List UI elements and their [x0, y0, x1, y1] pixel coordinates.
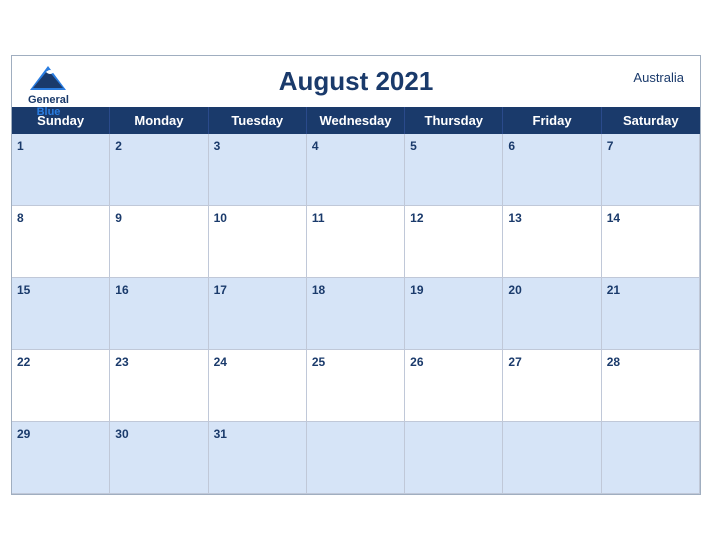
day-cell: 28	[602, 350, 700, 422]
day-cell	[307, 422, 405, 494]
day-cell: 21	[602, 278, 700, 350]
date-number: 20	[508, 283, 521, 297]
day-cell: 19	[405, 278, 503, 350]
day-cell: 18	[307, 278, 405, 350]
day-cell: 1	[12, 134, 110, 206]
date-number: 11	[312, 211, 325, 225]
date-number: 13	[508, 211, 521, 225]
day-cell: 25	[307, 350, 405, 422]
logo-blue: Blue	[37, 106, 61, 118]
day-cell: 31	[209, 422, 307, 494]
date-number: 26	[410, 355, 423, 369]
date-number: 3	[214, 139, 221, 153]
date-number: 28	[607, 355, 620, 369]
date-number: 10	[214, 211, 227, 225]
day-cell: 9	[110, 206, 208, 278]
header-friday: Friday	[503, 107, 601, 134]
date-number: 29	[17, 427, 30, 441]
day-cell: 29	[12, 422, 110, 494]
date-number: 6	[508, 139, 515, 153]
day-cell: 14	[602, 206, 700, 278]
week-row-2: 8 9 10 11 12 13 14	[12, 206, 700, 278]
day-cell	[405, 422, 503, 494]
week-row-4: 22 23 24 25 26 27 28	[12, 350, 700, 422]
header-wednesday: Wednesday	[307, 107, 405, 134]
date-number: 9	[115, 211, 122, 225]
day-cell: 23	[110, 350, 208, 422]
date-number: 27	[508, 355, 521, 369]
day-cell: 16	[110, 278, 208, 350]
day-cell: 27	[503, 350, 601, 422]
day-cell: 4	[307, 134, 405, 206]
header-saturday: Saturday	[602, 107, 700, 134]
logo-general: General	[28, 94, 69, 106]
date-number: 19	[410, 283, 423, 297]
date-number: 4	[312, 139, 319, 153]
date-number: 14	[607, 211, 620, 225]
day-cell: 30	[110, 422, 208, 494]
header-tuesday: Tuesday	[209, 107, 307, 134]
day-cell: 17	[209, 278, 307, 350]
day-headers: Sunday Monday Tuesday Wednesday Thursday…	[12, 107, 700, 134]
calendar-grid: 1234567891011121314151617181920212223242…	[12, 134, 700, 494]
date-number: 7	[607, 139, 614, 153]
date-number: 16	[115, 283, 128, 297]
date-number: 1	[17, 139, 24, 153]
logo: General Blue	[28, 64, 69, 118]
day-cell: 22	[12, 350, 110, 422]
calendar-title: August 2021	[32, 66, 680, 97]
calendar-container: General Blue August 2021 Australia Sunda…	[11, 55, 701, 495]
date-number: 2	[115, 139, 122, 153]
header-thursday: Thursday	[405, 107, 503, 134]
week-row-3: 15 16 17 18 19 20 21	[12, 278, 700, 350]
day-cell: 2	[110, 134, 208, 206]
date-number: 12	[410, 211, 423, 225]
week-row-1: 1 2 3 4 5 6 7	[12, 134, 700, 206]
date-number: 21	[607, 283, 620, 297]
day-cell: 20	[503, 278, 601, 350]
date-number: 17	[214, 283, 227, 297]
date-number: 25	[312, 355, 325, 369]
day-cell: 12	[405, 206, 503, 278]
header-monday: Monday	[110, 107, 208, 134]
day-cell: 10	[209, 206, 307, 278]
day-cell: 13	[503, 206, 601, 278]
date-number: 31	[214, 427, 227, 441]
date-number: 24	[214, 355, 227, 369]
date-number: 30	[115, 427, 128, 441]
day-cell: 11	[307, 206, 405, 278]
date-number: 18	[312, 283, 325, 297]
country-label: Australia	[633, 70, 684, 85]
day-cell: 6	[503, 134, 601, 206]
day-cell: 26	[405, 350, 503, 422]
date-number: 22	[17, 355, 30, 369]
day-cell: 3	[209, 134, 307, 206]
day-cell	[503, 422, 601, 494]
date-number: 5	[410, 139, 417, 153]
date-number: 15	[17, 283, 30, 297]
week-row-5: 29 30 31	[12, 422, 700, 494]
date-number: 23	[115, 355, 128, 369]
day-cell: 7	[602, 134, 700, 206]
day-cell: 15	[12, 278, 110, 350]
day-cell: 5	[405, 134, 503, 206]
day-cell: 24	[209, 350, 307, 422]
day-cell: 8	[12, 206, 110, 278]
calendar-header: General Blue August 2021 Australia	[12, 56, 700, 107]
date-number: 8	[17, 211, 24, 225]
day-cell	[602, 422, 700, 494]
